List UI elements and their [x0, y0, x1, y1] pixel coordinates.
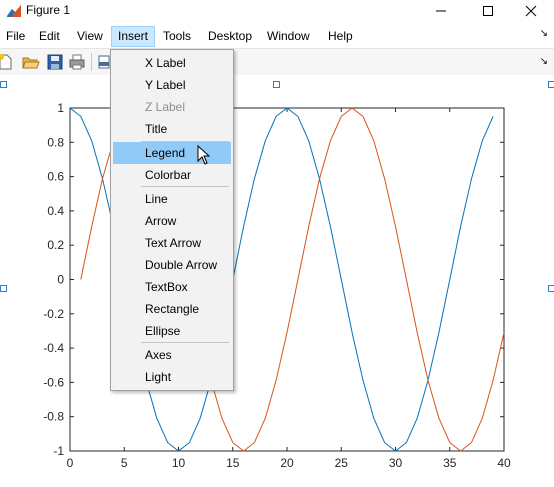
insert-menu: X Label Y Label Z Label Title Legend Col… [110, 49, 234, 391]
chevron-overflow-icon[interactable]: ↘ [540, 28, 548, 39]
menu-bar: File Edit View Insert Tools Desktop Wind… [0, 24, 554, 48]
x-tick-label: 10 [172, 456, 186, 470]
menu-item-double-arrow[interactable]: Double Arrow [113, 254, 231, 276]
maximize-button[interactable] [465, 0, 511, 22]
menu-item-line[interactable]: Line [113, 188, 231, 210]
menu-item-z-label: Z Label [145, 100, 186, 114]
menu-item-textbox[interactable]: TextBox [113, 276, 231, 298]
print-icon[interactable] [68, 53, 86, 71]
save-icon[interactable] [46, 53, 64, 71]
y-tick-label: -0.8 [43, 410, 64, 424]
menu-item-arrow[interactable]: Arrow [113, 210, 231, 232]
y-tick-label: -0.4 [43, 341, 64, 355]
maximize-icon [483, 6, 493, 16]
menu-separator [141, 342, 229, 343]
menu-item-title[interactable]: Title [113, 118, 231, 140]
line-chart[interactable]: 0 5 10 15 20 25 30 35 40 -1 -0.8 -0.6 -0.4 -0.2 0 0.2 0.… [0, 75, 554, 487]
menu-help[interactable]: Help [322, 27, 359, 45]
title-bar: Figure 1 [0, 0, 554, 22]
menu-item-ellipse[interactable]: Ellipse [113, 320, 231, 342]
x-tick-label: 25 [335, 456, 349, 470]
menu-item-light[interactable]: Light [113, 366, 231, 388]
menu-item-colorbar[interactable]: Colorbar [113, 164, 231, 186]
close-icon [525, 5, 537, 17]
minimize-icon [436, 10, 446, 12]
y-tick-label: 0 [57, 273, 64, 287]
menu-insert[interactable]: Insert [111, 26, 156, 47]
menu-item-rectangle[interactable]: Rectangle [113, 298, 231, 320]
y-tick-label: 0.4 [47, 204, 64, 218]
x-tick-label: 15 [226, 456, 240, 470]
menu-desktop[interactable]: Desktop [202, 27, 258, 45]
chevron-overflow-icon[interactable]: ↘ [540, 56, 548, 67]
menu-item-x-label[interactable]: X Label [113, 52, 231, 74]
y-tick-label: -1 [53, 444, 64, 458]
matlab-figure-icon [7, 5, 21, 17]
open-file-icon[interactable] [22, 53, 40, 71]
close-button[interactable] [508, 0, 554, 22]
x-tick-label: 5 [121, 456, 128, 470]
new-figure-icon[interactable] [0, 53, 14, 71]
y-tick-label: 1 [57, 101, 64, 115]
menu-window[interactable]: Window [261, 27, 316, 45]
y-tick-label: -0.6 [43, 375, 64, 389]
menu-item-legend[interactable]: Legend [113, 142, 231, 164]
y-tick-label: 0.2 [47, 238, 64, 252]
menu-item-axes[interactable]: Axes [113, 344, 231, 366]
menu-view[interactable]: View [71, 27, 109, 45]
figure-canvas[interactable]: 0 5 10 15 20 25 30 35 40 -1 -0.8 -0.6 -0.4 -0.2 0 0.2 0.… [0, 75, 554, 487]
menu-tools[interactable]: Tools [157, 27, 197, 45]
mouse-cursor-icon [197, 145, 211, 165]
y-tick-label: 0.6 [47, 170, 64, 184]
toolbar [0, 48, 554, 76]
y-tick-label: -0.2 [43, 307, 64, 321]
x-tick-label: 0 [67, 456, 74, 470]
x-tick-label: 35 [443, 456, 457, 470]
menu-item-y-label[interactable]: Y Label [113, 74, 231, 96]
window-title: Figure 1 [26, 3, 71, 17]
menu-item-text-arrow[interactable]: Text Arrow [113, 232, 231, 254]
minimize-button[interactable] [418, 0, 464, 22]
menu-file[interactable]: File [0, 27, 31, 45]
y-tick-label: 0.8 [47, 135, 64, 149]
x-tick-label: 20 [280, 456, 294, 470]
menu-separator [141, 186, 229, 187]
x-tick-label: 30 [389, 456, 403, 470]
toolbar-separator [91, 53, 92, 71]
menu-edit[interactable]: Edit [33, 27, 66, 45]
x-tick-label: 40 [497, 456, 511, 470]
